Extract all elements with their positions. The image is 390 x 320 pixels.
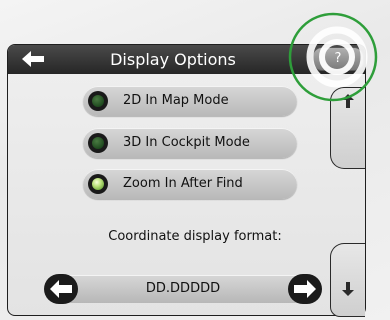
display-options-panel: Display Options ? 2D In Map Mode 3D In C… — [7, 44, 366, 316]
title-bar: Display Options ? — [8, 45, 365, 74]
option-zoom-in-after-find[interactable]: Zoom In After Find — [83, 169, 297, 199]
option-3d-cockpit-mode[interactable]: 3D In Cockpit Mode — [83, 128, 297, 158]
option-label: 3D In Cockpit Mode — [123, 135, 250, 150]
scroll-down-button[interactable] — [330, 243, 365, 317]
option-label: Zoom In After Find — [123, 176, 243, 191]
arrow-up-icon — [342, 94, 354, 108]
arrow-down-icon — [342, 282, 354, 296]
coordinate-format-label: Coordinate display format: — [108, 229, 282, 244]
arrow-left-icon — [50, 280, 72, 298]
format-value: DD.DDDDD — [145, 281, 221, 296]
option-label: 2D In Map Mode — [123, 93, 229, 108]
back-button[interactable] — [12, 48, 52, 70]
page-title: Display Options — [110, 50, 236, 69]
radio-indicator — [88, 133, 108, 153]
radio-indicator — [88, 91, 108, 111]
arrow-right-icon — [294, 280, 316, 298]
back-arrow-icon — [22, 51, 44, 67]
radio-indicator-selected — [88, 174, 108, 194]
format-prev-button[interactable] — [44, 274, 78, 304]
format-next-button[interactable] — [288, 274, 322, 304]
help-button[interactable]: ? — [312, 47, 364, 71]
scroll-up-button[interactable] — [330, 87, 365, 169]
option-2d-map-mode[interactable]: 2D In Map Mode — [83, 86, 297, 116]
